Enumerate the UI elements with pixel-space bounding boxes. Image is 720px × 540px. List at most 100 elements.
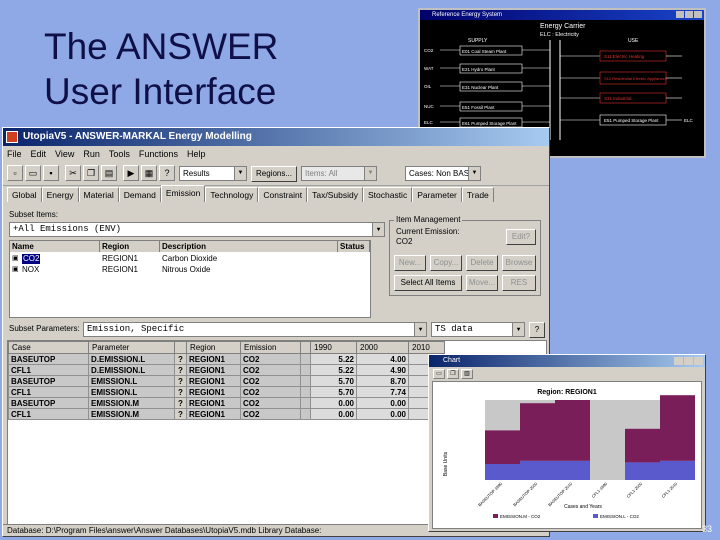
cell-region[interactable]: REGION1 (186, 353, 241, 365)
question-icon[interactable]: ? (174, 408, 187, 420)
cell-region[interactable]: REGION1 (186, 408, 241, 420)
cell-emission[interactable]: CO2 (240, 397, 301, 409)
grid-col-emission[interactable]: Emission (240, 341, 301, 354)
regions-button[interactable]: Regions... (251, 166, 297, 182)
supply-box-3[interactable]: E51 Fossil Plant (462, 105, 495, 110)
supply-box-0[interactable]: E01 Coal Steam Plant (462, 49, 507, 54)
cell-case[interactable]: CFL1 (8, 408, 89, 420)
subset-params-combo[interactable]: Emission, Specific ▼ (83, 322, 427, 337)
cell-emission[interactable]: CO2 (240, 375, 301, 387)
cell-1990[interactable]: 5.22 (310, 353, 357, 365)
tab-trade[interactable]: Trade (461, 187, 494, 202)
list-item[interactable]: ▣ NOX REGION1 Nitrous Oxide (12, 265, 352, 275)
column-status[interactable]: Status (338, 241, 370, 252)
menu-file[interactable]: File (7, 146, 22, 162)
menu-functions[interactable]: Functions (139, 146, 178, 162)
cell-parameter[interactable]: D.EMISSION.L (88, 353, 175, 365)
items-listview[interactable]: Name Region Description Status ▣ CO2 REG… (9, 240, 371, 318)
question-icon[interactable]: ? (174, 397, 187, 409)
cell-1990[interactable]: 0.00 (310, 408, 357, 420)
cell-parameter[interactable]: EMISSION.L (88, 375, 175, 387)
cell-case[interactable]: BASEUTOP (8, 397, 89, 409)
menu-edit[interactable]: Edit (31, 146, 47, 162)
tab-constraint[interactable]: Constraint (258, 187, 308, 202)
tab-emission[interactable]: Emission (160, 185, 206, 202)
tab-parameter[interactable]: Parameter (412, 187, 462, 202)
tab-technology[interactable]: Technology (205, 187, 259, 202)
save-icon[interactable]: ▪ (43, 165, 59, 181)
open-icon[interactable]: ▭ (25, 165, 41, 181)
cell-1990[interactable]: 5.22 (310, 364, 357, 376)
minimize-icon[interactable] (674, 357, 683, 365)
cell-emission[interactable]: CO2 (240, 353, 301, 365)
cell-emission[interactable]: CO2 (240, 408, 301, 420)
cell-parameter[interactable]: EMISSION.M (88, 408, 175, 420)
new-button[interactable]: New... (394, 255, 426, 271)
chevron-down-icon[interactable]: ▼ (234, 167, 246, 180)
items-combo[interactable]: Items: All ▼ (301, 166, 377, 181)
grid-col-region[interactable]: Region (186, 341, 241, 354)
cell-case[interactable]: BASEUTOP (8, 375, 89, 387)
table-row[interactable]: BASEUTOPEMISSION.L?REGION1CO25.708.708.7 (8, 375, 445, 387)
grid-col-flag[interactable] (174, 341, 187, 354)
question-icon[interactable]: ? (174, 375, 187, 387)
tab-material[interactable]: Material (78, 187, 119, 202)
cell-region[interactable]: REGION1 (186, 397, 241, 409)
print-icon[interactable]: ▭ (433, 369, 445, 379)
menu-tools[interactable]: Tools (109, 146, 130, 162)
cell-region[interactable]: REGION1 (186, 386, 241, 398)
table-row[interactable]: CFL1D.EMISSION.L?REGION1CO25.224.904.9 (8, 364, 445, 376)
param-help-button[interactable]: ? (529, 322, 545, 338)
cut-icon[interactable]: ✂ (65, 165, 81, 181)
question-icon[interactable]: ? (174, 353, 187, 365)
maximize-icon[interactable] (685, 11, 693, 18)
cell-case[interactable]: CFL1 (8, 386, 89, 398)
maximize-icon[interactable] (684, 357, 693, 365)
cell-1990[interactable]: 0.00 (310, 397, 357, 409)
cell-2000[interactable]: 0.00 (356, 408, 409, 420)
cell-1990[interactable]: 5.70 (310, 375, 357, 387)
list-item[interactable]: ▣ CO2 REGION1 Carbon Dioxide (12, 254, 352, 264)
grid-col-2000[interactable]: 2000 (356, 341, 409, 354)
ts-data-combo[interactable]: TS data ▼ (431, 322, 525, 337)
browse-button[interactable]: Browse (502, 255, 536, 271)
chevron-down-icon[interactable]: ▼ (414, 323, 426, 336)
cell-region[interactable]: REGION1 (186, 375, 241, 387)
cell-emission[interactable]: CO2 (240, 364, 301, 376)
question-icon[interactable]: ? (174, 364, 187, 376)
cell-2000[interactable]: 7.74 (356, 386, 409, 398)
chevron-down-icon[interactable]: ▼ (512, 323, 524, 336)
move-button[interactable]: Move... (466, 275, 498, 291)
minimize-icon[interactable] (676, 11, 684, 18)
tab-stochastic[interactable]: Stochastic (362, 187, 413, 202)
grid-col-parameter[interactable]: Parameter (88, 341, 175, 354)
copy-icon[interactable]: ❐ (447, 369, 459, 379)
cell-parameter[interactable]: EMISSION.L (88, 386, 175, 398)
cell-parameter[interactable]: D.EMISSION.L (88, 364, 175, 376)
grid-col-2010[interactable]: 2010 (408, 341, 445, 354)
tab-demand[interactable]: Demand (118, 187, 161, 202)
copy-icon[interactable]: ❐ (83, 165, 99, 181)
tab-tax-subsidy[interactable]: Tax/Subsidy (307, 187, 363, 202)
use-box-3[interactable]: E51 Pumped Storage Plant (604, 118, 659, 123)
table-row[interactable]: BASEUTOPEMISSION.M?REGION1CO20.000.000.0 (8, 397, 445, 409)
cell-parameter[interactable]: EMISSION.M (88, 397, 175, 409)
res-button[interactable]: RES (502, 275, 536, 291)
menu-run[interactable]: Run (83, 146, 100, 162)
close-icon[interactable] (694, 357, 703, 365)
table-row[interactable]: BASEUTOPD.EMISSION.L?REGION1CO25.224.004… (8, 353, 445, 365)
help-icon[interactable]: ? (159, 165, 175, 181)
paste-icon[interactable]: ▤ (101, 165, 117, 181)
close-icon[interactable] (694, 11, 702, 18)
tab-global[interactable]: Global (7, 187, 42, 202)
table-row[interactable]: CFL1EMISSION.M?REGION1CO20.000.000.0 (8, 408, 445, 420)
grid-col-1990[interactable]: 1990 (310, 341, 357, 354)
subset-items-combo[interactable]: +All Emissions (ENV) ▼ (9, 222, 385, 237)
cell-case[interactable]: CFL1 (8, 364, 89, 376)
chart-type-icon[interactable]: ▥ (461, 369, 473, 379)
use-box-0[interactable]: S11 Electric Heating (604, 54, 645, 59)
cell-2000[interactable]: 4.00 (356, 353, 409, 365)
edit-button[interactable]: Edit? (506, 229, 536, 245)
cell-emission[interactable]: CO2 (240, 386, 301, 398)
cell-case[interactable]: BASEUTOP (8, 353, 89, 365)
